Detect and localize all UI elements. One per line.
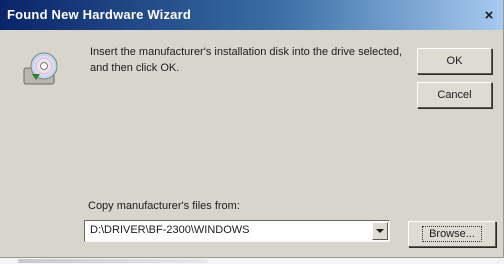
found-new-hardware-dialog: Found New Hardware Wizard × Insert the m… bbox=[0, 0, 504, 258]
close-button[interactable]: × bbox=[479, 7, 499, 25]
browse-button[interactable]: Browse... bbox=[408, 221, 496, 247]
chevron-down-icon bbox=[376, 229, 384, 233]
window-title: Found New Hardware Wizard bbox=[7, 7, 192, 22]
background-strip bbox=[0, 258, 504, 264]
copy-from-combobox[interactable]: D:\DRIVER\BF-2300\WINDOWS bbox=[84, 220, 390, 242]
title-bar[interactable]: Found New Hardware Wizard × bbox=[0, 0, 503, 30]
browse-button-label: Browse... bbox=[422, 226, 482, 242]
background-smudge bbox=[18, 259, 208, 263]
cd-disk-icon bbox=[23, 52, 58, 85]
copy-from-label: Copy manufacturer's files from: bbox=[88, 200, 240, 212]
cancel-button[interactable]: Cancel bbox=[417, 82, 492, 108]
dropdown-button[interactable] bbox=[372, 222, 388, 240]
ok-button[interactable]: OK bbox=[417, 48, 492, 74]
instruction-text: Insert the manufacturer's installation d… bbox=[90, 46, 403, 74]
copy-from-path-value[interactable]: D:\DRIVER\BF-2300\WINDOWS bbox=[90, 224, 250, 236]
